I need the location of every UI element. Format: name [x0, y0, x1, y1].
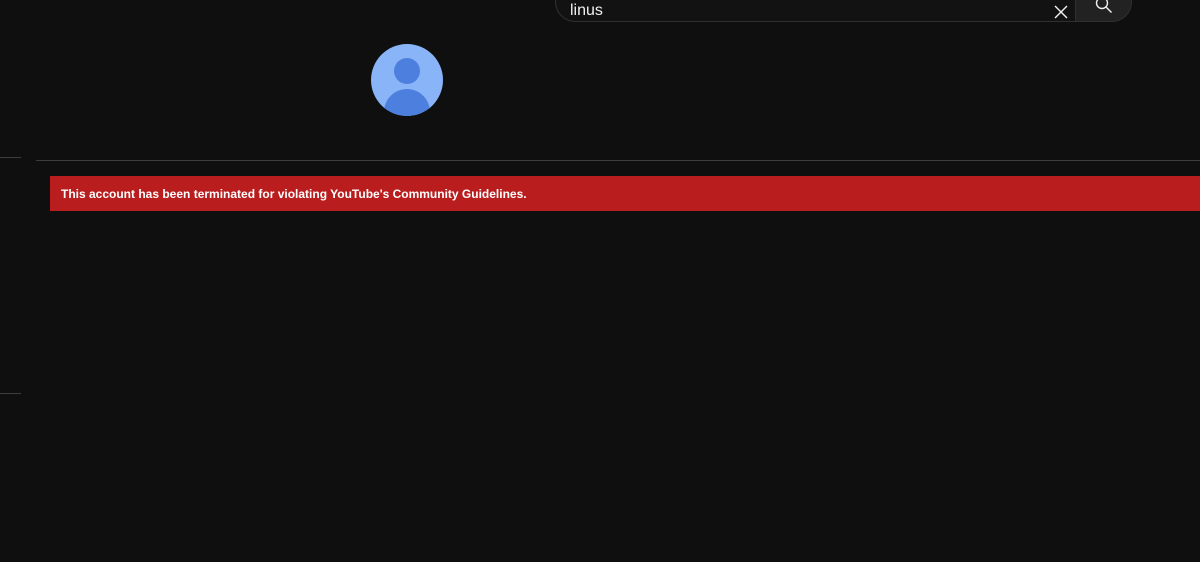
search-input[interactable] — [556, 0, 1075, 21]
default-avatar-body — [384, 89, 430, 116]
close-icon — [1054, 5, 1068, 19]
header-divider — [36, 160, 1200, 161]
channel-avatar — [371, 44, 443, 116]
alert-message: This account has been terminated for vio… — [61, 186, 527, 201]
sidebar-divider — [0, 157, 21, 158]
termination-alert-banner: This account has been terminated for vio… — [50, 176, 1200, 211]
default-avatar-icon — [394, 58, 420, 84]
sidebar-divider — [0, 393, 21, 394]
channel-page: This account has been terminated for vio… — [0, 0, 1200, 562]
clear-search-button[interactable] — [1047, 0, 1075, 25]
search-icon — [1095, 0, 1112, 13]
search-button[interactable] — [1075, 0, 1132, 22]
search-box — [555, 0, 1075, 22]
